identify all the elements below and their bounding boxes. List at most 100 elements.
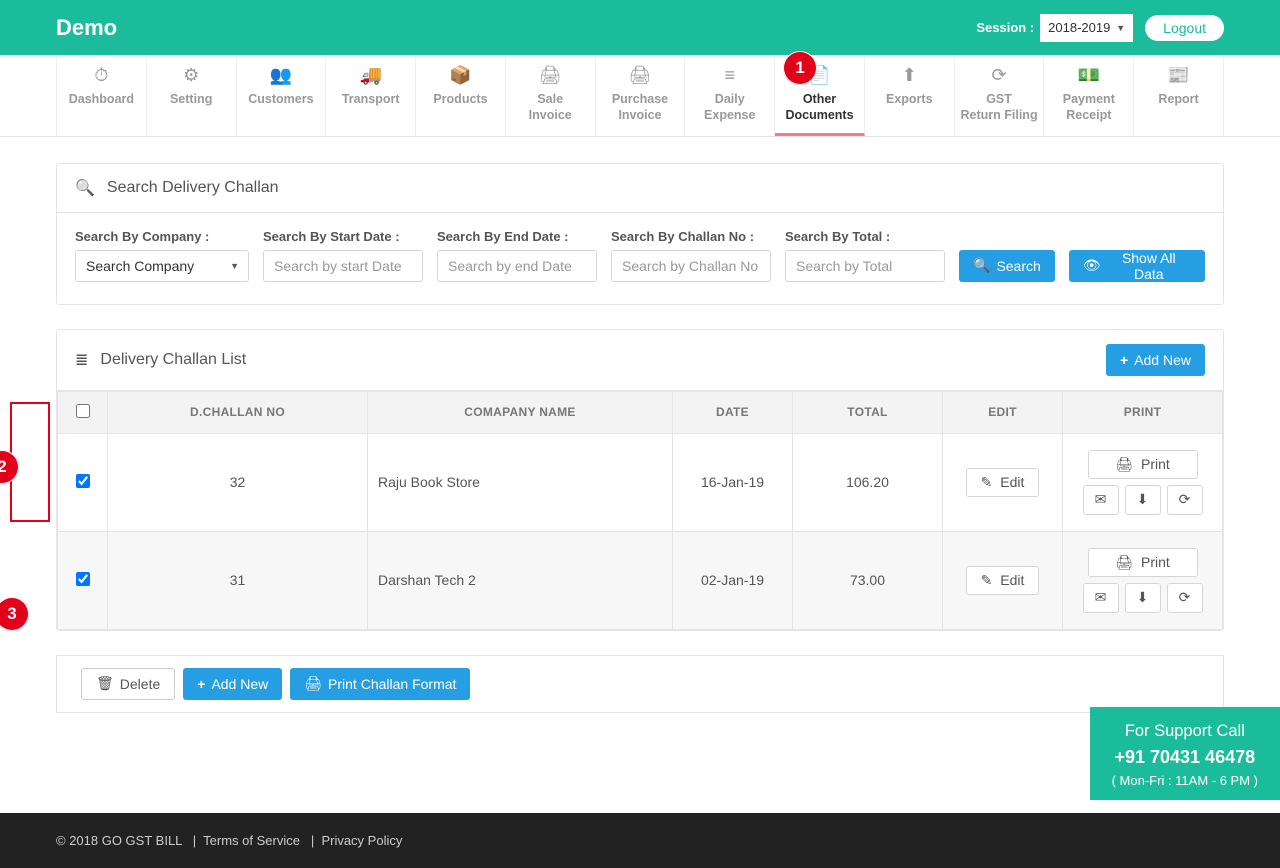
- nav-icon: 🚚: [330, 65, 411, 87]
- print-icon: [1115, 554, 1133, 571]
- nav-icon: 🖨: [600, 65, 681, 87]
- nav-label: Products: [433, 92, 487, 106]
- nav-icon: 💵: [1048, 65, 1129, 87]
- refresh-icon: [1179, 491, 1191, 508]
- delete-button[interactable]: Delete: [81, 668, 175, 700]
- col-date: Date: [673, 391, 793, 433]
- col-print: Print: [1063, 391, 1223, 433]
- nav-setting[interactable]: ⚙ Setting: [147, 55, 237, 136]
- callout-3: 3: [0, 597, 29, 631]
- copyright: © 2018 GO GST BILL: [56, 833, 182, 848]
- end-date-input[interactable]: [437, 250, 597, 282]
- nav-label: Report: [1158, 92, 1198, 106]
- show-all-button[interactable]: 👁 Show All Data: [1069, 250, 1205, 282]
- search-panel: Search Delivery Challan Search By Compan…: [56, 163, 1224, 305]
- col-edit: Edit: [943, 391, 1063, 433]
- col-total: Total: [793, 391, 943, 433]
- mail-button[interactable]: [1083, 583, 1119, 613]
- download-icon: [1137, 491, 1149, 508]
- sync-button[interactable]: [1167, 485, 1203, 515]
- nav-icon: ⟳: [959, 65, 1040, 87]
- col-company: Comapany Name: [368, 391, 673, 433]
- mail-button[interactable]: [1083, 485, 1119, 515]
- nav-exports[interactable]: ⬆Exports: [865, 55, 955, 136]
- nav-label: DailyExpense: [704, 92, 755, 122]
- search-icon: [75, 178, 95, 198]
- footer: © 2018 GO GST BILL | Terms of Service | …: [0, 813, 1280, 868]
- plus-icon: [1120, 352, 1128, 368]
- nav-payment-receipt[interactable]: 💵 PaymentReceipt: [1044, 55, 1134, 136]
- challan-table: D.Challan No Comapany Name Date Total Ed…: [57, 391, 1223, 630]
- callout-2: 2: [0, 450, 19, 484]
- start-date-input[interactable]: [263, 250, 423, 282]
- search-button[interactable]: Search: [959, 250, 1055, 282]
- cell-company: Raju Book Store: [368, 433, 673, 531]
- nav-purchase-invoice[interactable]: 🖨PurchaseInvoice: [596, 55, 686, 136]
- list-panel-title: Delivery Challan List: [100, 351, 1094, 369]
- download-button[interactable]: [1125, 485, 1161, 515]
- nav-report[interactable]: 📰 Report: [1134, 55, 1224, 136]
- nav-label: Exports: [886, 92, 933, 106]
- nav-dashboard[interactable]: ⏱Dashboard: [56, 55, 147, 136]
- total-input[interactable]: [785, 250, 945, 282]
- cell-total: 73.00: [793, 531, 943, 629]
- nav-label: OtherDocuments: [785, 92, 853, 122]
- start-date-label: Search By Start Date :: [263, 229, 423, 244]
- select-all-checkbox[interactable]: [76, 404, 90, 418]
- download-icon: [1137, 589, 1149, 606]
- add-new-button-top[interactable]: Add New: [1106, 344, 1205, 376]
- sync-button[interactable]: [1167, 583, 1203, 613]
- nav-label: Customers: [248, 92, 313, 106]
- edit-icon: [981, 474, 993, 491]
- print-format-button[interactable]: Print Challan Format: [290, 668, 470, 700]
- nav-sale-invoice[interactable]: 🖨SaleInvoice: [506, 55, 596, 136]
- col-challan: D.Challan No: [108, 391, 368, 433]
- end-date-label: Search By End Date :: [437, 229, 597, 244]
- privacy-link[interactable]: Privacy Policy: [321, 833, 402, 848]
- support-phone: +91 70431 46478: [1112, 744, 1258, 771]
- nav-daily-expense[interactable]: ≡ DailyExpense: [685, 55, 775, 136]
- session-select[interactable]: 2018-2019: [1040, 14, 1133, 42]
- print-icon: [304, 675, 322, 692]
- nav-label: Setting: [170, 92, 212, 106]
- support-line1: For Support Call: [1112, 719, 1258, 744]
- nav-label: Transport: [342, 92, 400, 106]
- print-button[interactable]: Print: [1088, 450, 1198, 479]
- nav-transport[interactable]: 🚚 Transport: [326, 55, 416, 136]
- nav-label: PaymentReceipt: [1063, 92, 1115, 122]
- nav-customers[interactable]: 👥 Customers: [237, 55, 327, 136]
- mail-icon: [1095, 491, 1107, 508]
- nav-icon: ≡: [689, 65, 770, 87]
- brand-title: Demo: [56, 15, 117, 41]
- company-label: Search By Company :: [75, 229, 249, 244]
- list-icon: [75, 350, 88, 370]
- table-row: 32Raju Book Store16-Jan-19106.20 Edit Pr…: [58, 433, 1223, 531]
- topbar: Demo Session : 2018-2019 Logout: [0, 0, 1280, 55]
- cell-company: Darshan Tech 2: [368, 531, 673, 629]
- mail-icon: [1095, 589, 1107, 606]
- plus-icon: [197, 676, 205, 692]
- nav-icon: 📰: [1138, 65, 1219, 87]
- nav-products[interactable]: 📦Products: [416, 55, 506, 136]
- print-button[interactable]: Print: [1088, 548, 1198, 577]
- nav-label: GSTReturn Filing: [961, 92, 1038, 122]
- main-nav: ⏱Dashboard⚙ Setting 👥 Customers 🚚 Transport 📦P…: [0, 55, 1280, 137]
- nav-label: Dashboard: [69, 92, 134, 106]
- support-box: For Support Call +91 70431 46478 ( Mon-F…: [1090, 707, 1280, 800]
- edit-icon: [981, 572, 993, 589]
- nav-gst-return-filing[interactable]: ⟳ GSTReturn Filing: [955, 55, 1045, 136]
- eye-icon: 👁: [1083, 257, 1101, 274]
- tos-link[interactable]: Terms of Service: [203, 833, 300, 848]
- nav-icon: 🖨: [510, 65, 591, 87]
- nav-icon: ⚙: [151, 65, 232, 87]
- row-checkbox[interactable]: [76, 474, 90, 488]
- challan-input[interactable]: [611, 250, 771, 282]
- edit-button[interactable]: Edit: [966, 566, 1040, 595]
- logout-button[interactable]: Logout: [1145, 15, 1224, 41]
- download-button[interactable]: [1125, 583, 1161, 613]
- add-new-button-bottom[interactable]: Add New: [183, 668, 282, 700]
- nav-icon: 👥: [241, 65, 322, 87]
- edit-button[interactable]: Edit: [966, 468, 1040, 497]
- row-checkbox[interactable]: [76, 572, 90, 586]
- company-select[interactable]: Search Company: [75, 250, 249, 282]
